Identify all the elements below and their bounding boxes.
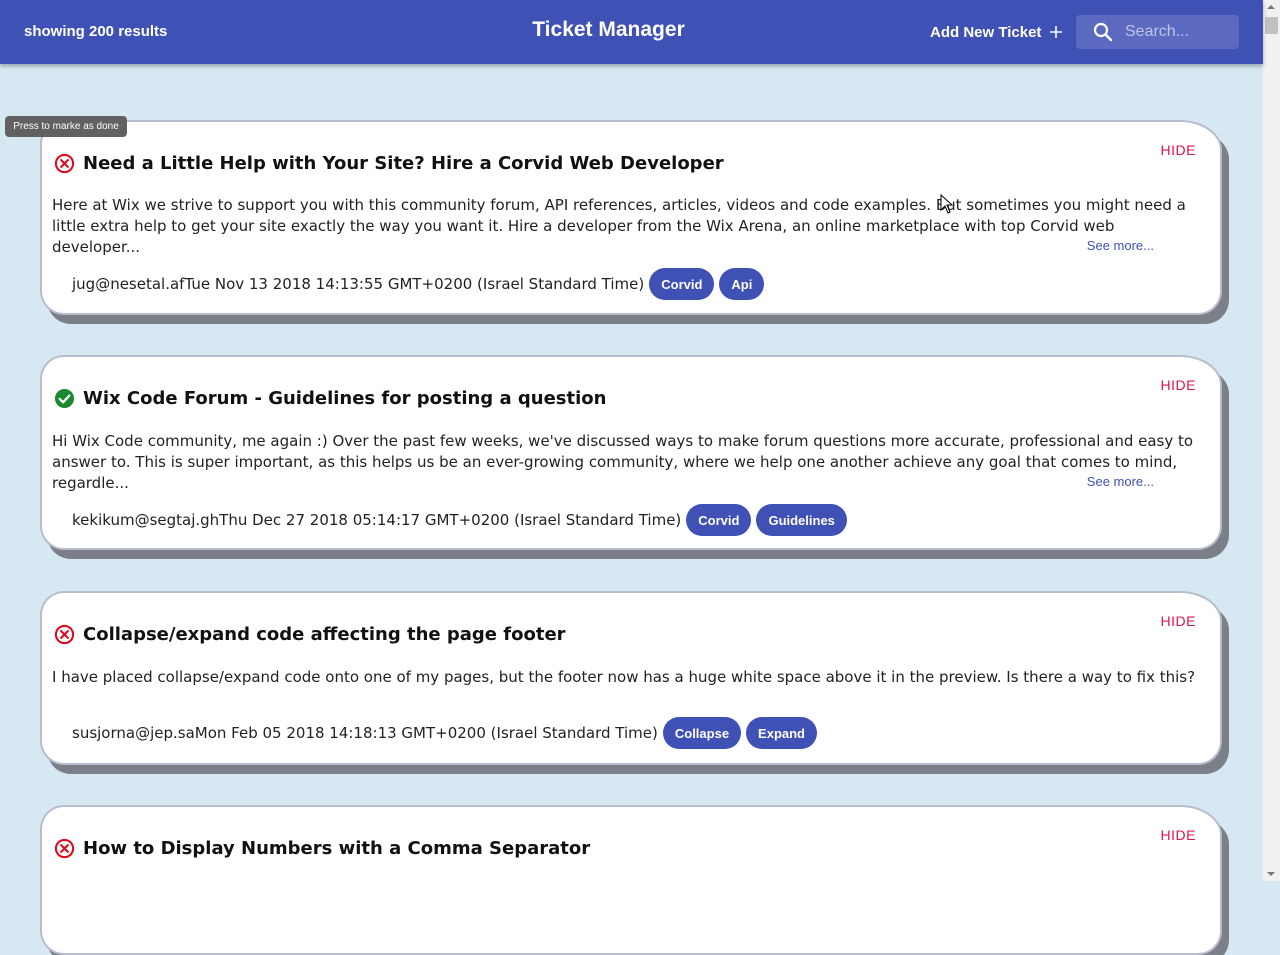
hide-button[interactable]: HIDE xyxy=(1161,142,1196,158)
add-new-ticket-label: Add New Ticket xyxy=(930,23,1042,41)
ticket-author-date: kekikum@segtaj.ghThu Dec 27 2018 05:14:1… xyxy=(72,511,682,529)
hide-button[interactable]: HIDE xyxy=(1161,613,1196,629)
ticket-meta: susjorna@jep.saMon Feb 05 2018 14:18:13 … xyxy=(72,717,818,749)
ticket-body: I have placed collapse/expand code onto … xyxy=(52,668,1196,686)
ticket-title: How to Display Numbers with a Comma Sepa… xyxy=(54,838,590,859)
ticket-card: HIDE How to Display Numbers with a Comma… xyxy=(40,805,1222,955)
ticket-title-text: Need a Little Help with Your Site? Hire … xyxy=(83,153,724,174)
see-more-link[interactable]: See more... xyxy=(1087,238,1154,253)
see-more-link[interactable]: See more... xyxy=(1087,474,1154,489)
ticket-body: Here at Wix we strive to support you wit… xyxy=(52,196,1186,256)
page-scrollbar[interactable] xyxy=(1263,0,1280,881)
ticket-title-text: Wix Code Forum - Guidelines for posting … xyxy=(83,388,607,409)
ticket-title: Wix Code Forum - Guidelines for posting … xyxy=(54,388,606,409)
mark-done-tooltip: Press to marke as done xyxy=(5,116,127,137)
ticket-body: Hi Wix Code community, me again :) Over … xyxy=(52,432,1194,492)
not-done-icon[interactable] xyxy=(54,838,75,859)
ticket-title: Need a Little Help with Your Site? Hire … xyxy=(54,153,724,174)
scroll-up-arrow[interactable] xyxy=(1267,5,1275,9)
not-done-icon[interactable] xyxy=(54,624,75,645)
label-chip[interactable]: Api xyxy=(719,268,765,300)
ticket-meta: kekikum@segtaj.ghThu Dec 27 2018 05:14:1… xyxy=(72,504,847,536)
label-chip[interactable]: Collapse xyxy=(662,717,742,749)
label-chip[interactable]: Corvid xyxy=(649,268,715,300)
mouse-cursor-icon xyxy=(940,194,954,214)
scroll-down-arrow[interactable] xyxy=(1267,872,1275,876)
label-chip[interactable]: Expand xyxy=(746,717,818,749)
ticket-card: HIDE Collapse/expand code affecting the … xyxy=(40,591,1222,765)
ticket-meta: jug@nesetal.afTue Nov 13 2018 14:13:55 G… xyxy=(72,268,765,300)
ticket-author-date: susjorna@jep.saMon Feb 05 2018 14:18:13 … xyxy=(72,724,658,742)
ticket-title-text: How to Display Numbers with a Comma Sepa… xyxy=(83,838,591,859)
not-done-icon[interactable] xyxy=(54,153,75,174)
search-box[interactable] xyxy=(1076,15,1239,49)
ticket-title: Collapse/expand code affecting the page … xyxy=(54,624,566,645)
scrollbar-thumb[interactable] xyxy=(1265,17,1278,34)
search-icon xyxy=(1093,22,1113,42)
hide-button[interactable]: HIDE xyxy=(1161,827,1196,843)
hide-button[interactable]: HIDE xyxy=(1161,377,1196,393)
label-chip[interactable]: Corvid xyxy=(686,504,752,536)
label-chip[interactable]: Guidelines xyxy=(756,504,847,536)
ticket-card: HIDE Need a Little Help with Your Site? … xyxy=(40,120,1222,315)
ticket-title-text: Collapse/expand code affecting the page … xyxy=(83,624,566,645)
done-check-icon[interactable] xyxy=(54,388,75,409)
search-input[interactable] xyxy=(1123,22,1237,42)
plus-icon xyxy=(1050,26,1063,38)
app-bar: showing 200 results Ticket Manager Add N… xyxy=(0,0,1263,64)
add-new-ticket-button[interactable]: Add New Ticket xyxy=(930,18,1063,46)
ticket-author-date: jug@nesetal.afTue Nov 13 2018 14:13:55 G… xyxy=(72,275,645,293)
ticket-card: HIDE Wix Code Forum - Guidelines for pos… xyxy=(40,355,1222,550)
